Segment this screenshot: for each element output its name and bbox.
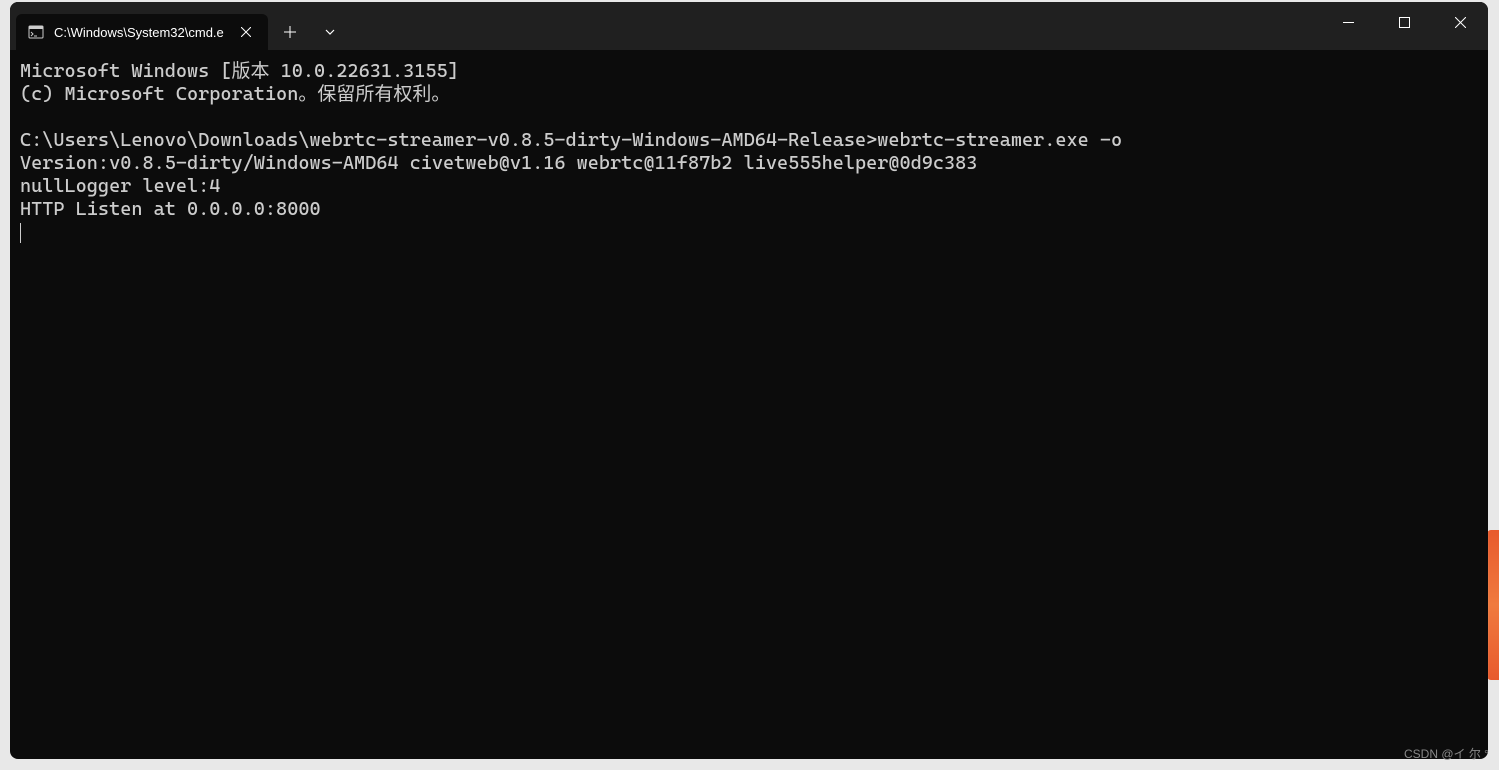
tab-dropdown-button[interactable] — [312, 14, 348, 50]
close-window-button[interactable] — [1432, 2, 1488, 42]
window-controls — [1320, 2, 1488, 50]
new-tab-button[interactable] — [272, 14, 308, 50]
background-decoration — [1487, 530, 1499, 680]
minimize-button[interactable] — [1320, 2, 1376, 42]
tab-title: C:\Windows\System32\cmd.e — [54, 25, 224, 40]
cmd-icon — [28, 24, 44, 40]
titlebar[interactable]: C:\Windows\System32\cmd.e — [10, 2, 1488, 50]
close-tab-button[interactable] — [234, 20, 258, 44]
terminal-window: C:\Windows\System32\cmd.e — [10, 2, 1488, 759]
tab-active[interactable]: C:\Windows\System32\cmd.e — [16, 14, 268, 50]
maximize-button[interactable] — [1376, 2, 1432, 42]
terminal-output[interactable]: Microsoft Windows [版本 10.0.22631.3155] (… — [10, 50, 1488, 254]
tabs-region: C:\Windows\System32\cmd.e — [10, 2, 348, 50]
text-cursor — [20, 223, 21, 243]
watermark-text: CSDN @イ 尔 ° — [1404, 745, 1489, 762]
